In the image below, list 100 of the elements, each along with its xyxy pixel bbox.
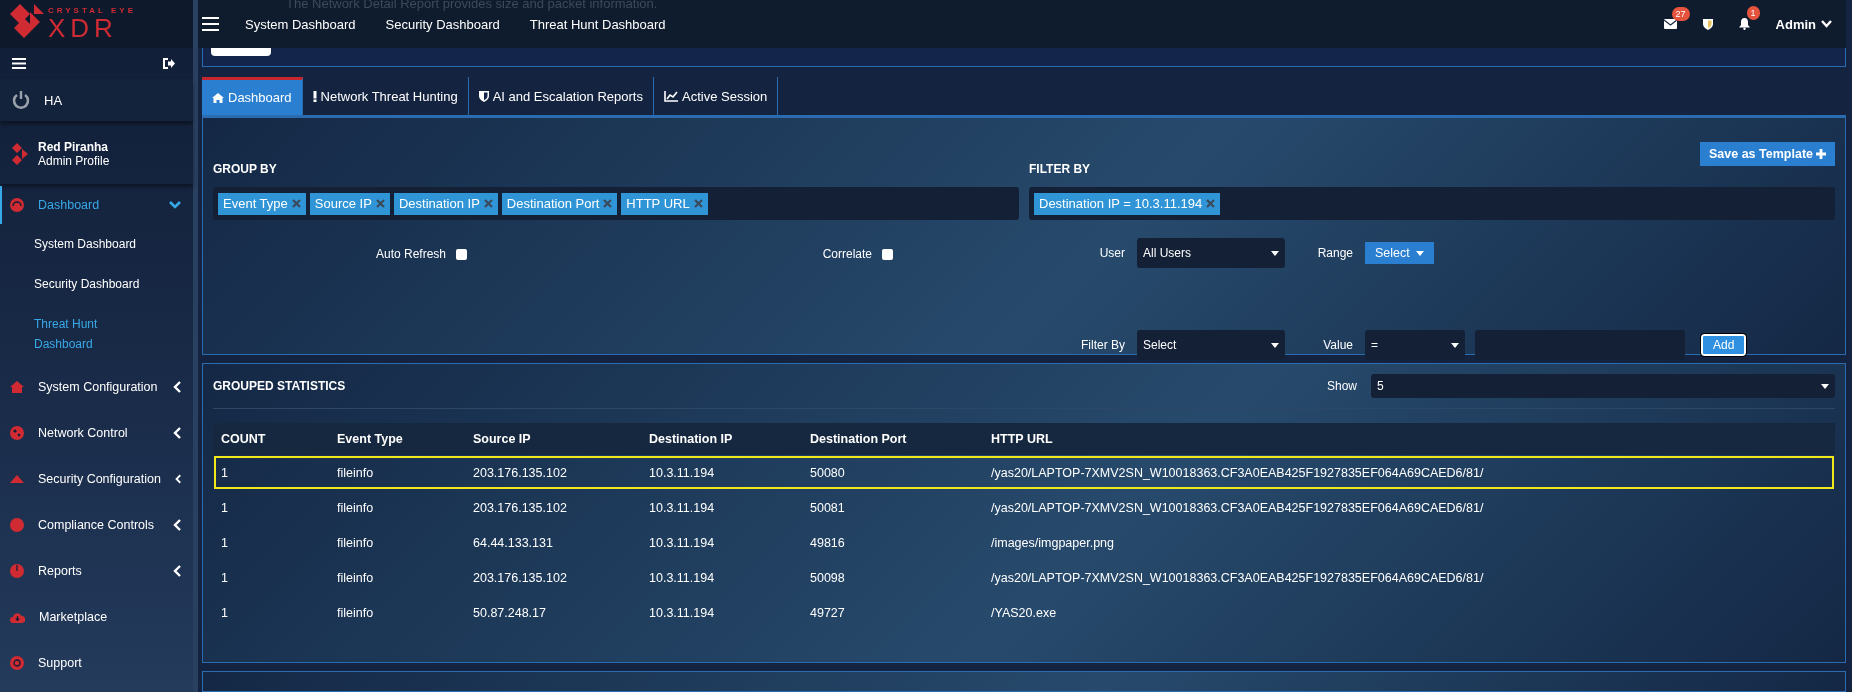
table-cell-text: 1 — [220, 499, 229, 517]
nav-link[interactable]: Threat Hunt Dashboard — [529, 16, 666, 32]
field-label: Range — [1317, 246, 1353, 260]
table-cell-text: 49727 — [809, 604, 846, 622]
table-cell-text: 50098 — [809, 569, 846, 587]
dropdown-caret-icon — [1271, 250, 1279, 256]
plus-icon — [1816, 149, 1826, 159]
remove-icon — [291, 199, 301, 208]
nav-link[interactable]: System Dashboard — [245, 16, 356, 32]
notification-count: 27 — [1671, 7, 1690, 21]
column-header: Destination IP — [641, 423, 802, 455]
bell-icon — [1738, 18, 1750, 30]
column-header: Destination Port — [802, 423, 983, 455]
remove-icon — [483, 199, 493, 208]
brand-tagline: CRYSTAL EYE — [48, 7, 136, 15]
sidebar-item[interactable]: Dashboard — [0, 186, 193, 224]
checkbox[interactable] — [456, 248, 468, 260]
dropdown[interactable]: 5 — [1371, 374, 1835, 398]
table-cell: 10.3.11.194 — [641, 455, 802, 490]
sidebar-item[interactable]: Reports — [0, 548, 193, 594]
chevron-left-icon — [175, 473, 181, 485]
remove-icon — [375, 199, 385, 208]
chevron-down-icon — [1821, 20, 1832, 28]
table-cell-text: 10.3.11.194 — [648, 499, 716, 517]
dropdown[interactable]: All Users — [1137, 238, 1285, 268]
field-label: Value — [1323, 338, 1353, 352]
column-header: Event Type — [329, 423, 465, 455]
dropdown-caret-icon — [1821, 383, 1829, 389]
table-cell-text: 50.87.248.17 — [472, 604, 547, 622]
range-button[interactable]: Select — [1365, 242, 1434, 264]
filter-tag: Destination Port — [501, 192, 618, 215]
table-cell: 203.176.135.102 — [465, 455, 641, 490]
dropdown[interactable]: Select — [1137, 330, 1285, 360]
chevron-down-icon — [169, 201, 181, 209]
section-title: GROUPED STATISTICS — [213, 379, 346, 393]
power-icon — [12, 91, 30, 109]
sidebar-item[interactable]: Compliance Controls — [0, 502, 193, 548]
table-cell-text: 10.3.11.194 — [648, 534, 716, 552]
save-template-button[interactable]: Save as Template — [1700, 142, 1835, 166]
table-cell: /yas20/LAPTOP-7XMV2SN_W10018363.CF3A0EAB425F1927835EF064A69CAED6/81/ — [983, 455, 1835, 490]
table-cell-text: 64.44.133.131 — [472, 534, 554, 552]
column-header: HTTP URL — [983, 423, 1835, 455]
profile-name: Red Piranha — [38, 140, 110, 154]
column-header: COUNT — [213, 423, 329, 455]
dropdown-caret-icon — [1451, 342, 1459, 348]
table-cell: 1 — [213, 455, 329, 490]
field-label: User — [1099, 246, 1125, 260]
filter-tag: Destination IP — [393, 192, 498, 215]
sidebar-item[interactable]: Security Configuration — [0, 456, 193, 502]
dropdown[interactable]: = — [1365, 330, 1465, 360]
circle-icon — [10, 518, 24, 532]
sidebar-item[interactable]: Network Control — [0, 410, 193, 456]
tab[interactable]: Active Session — [653, 77, 779, 115]
menu-icon — [12, 58, 26, 69]
menu-icon — [202, 17, 219, 31]
tab[interactable]: Dashboard — [202, 77, 303, 115]
sidebar-item[interactable]: Support — [0, 640, 193, 686]
chevron-left-icon — [173, 427, 181, 439]
table-cell-text: 203.176.135.102 — [472, 499, 568, 517]
profile-role: Admin Profile — [38, 154, 110, 168]
column-header: Source IP — [465, 423, 641, 455]
brand-name: XDR — [48, 15, 119, 41]
tab[interactable]: Network Threat Hunting — [302, 77, 469, 115]
checkbox-label: Correlate — [822, 247, 872, 261]
table-cell-text: fileinfo — [336, 499, 375, 517]
field-label: Show — [1326, 379, 1357, 393]
submenu-item[interactable]: System Dashboard — [0, 234, 193, 254]
section-title: GROUP BY — [213, 162, 278, 176]
sidebar-item[interactable]: Marketplace — [0, 594, 193, 640]
pie-chart-icon — [10, 564, 24, 578]
sidebar-item[interactable]: System Configuration — [0, 364, 193, 410]
filter-tag: HTTP URL — [621, 192, 708, 215]
user-menu[interactable]: Admin — [1775, 16, 1832, 32]
table-cell-text: /YAS20.exe — [990, 604, 1058, 622]
lifebuoy-icon — [10, 656, 24, 670]
checkbox[interactable] — [882, 248, 893, 260]
table-cell-text: /images/imgpaper.png — [990, 534, 1115, 552]
chevron-left-icon — [173, 519, 181, 531]
section-title: FILTER BY — [1029, 162, 1092, 176]
table-cell: 50080 — [802, 455, 983, 490]
shield-icon — [1702, 18, 1713, 30]
table-cell-text: 1 — [220, 534, 229, 552]
table-cell-text: 1 — [220, 569, 229, 587]
table-cell-text: fileinfo — [336, 534, 375, 552]
house-icon — [10, 381, 24, 393]
checkbox-label: Auto Refresh — [376, 247, 447, 261]
notification-count: 1 — [1746, 6, 1760, 20]
remove-icon — [1206, 199, 1216, 208]
field-label: Filter By — [1081, 338, 1125, 352]
ha-item[interactable]: HA — [0, 79, 193, 121]
table-cell-text: 10.3.11.194 — [648, 569, 716, 587]
nav-link[interactable]: Security Dashboard — [385, 16, 500, 32]
tab[interactable]: AI and Escalation Reports — [468, 77, 654, 115]
submenu-item[interactable]: Security Dashboard — [0, 274, 193, 294]
dropdown-caret-icon — [1271, 342, 1279, 348]
table-cell-text: 10.3.11.194 — [648, 604, 716, 622]
chevron-left-icon — [173, 381, 181, 393]
exclamation-icon — [312, 90, 317, 102]
value-input-field[interactable] — [1475, 330, 1685, 360]
submenu-item[interactable]: Threat Hunt Dashboard — [0, 314, 193, 354]
